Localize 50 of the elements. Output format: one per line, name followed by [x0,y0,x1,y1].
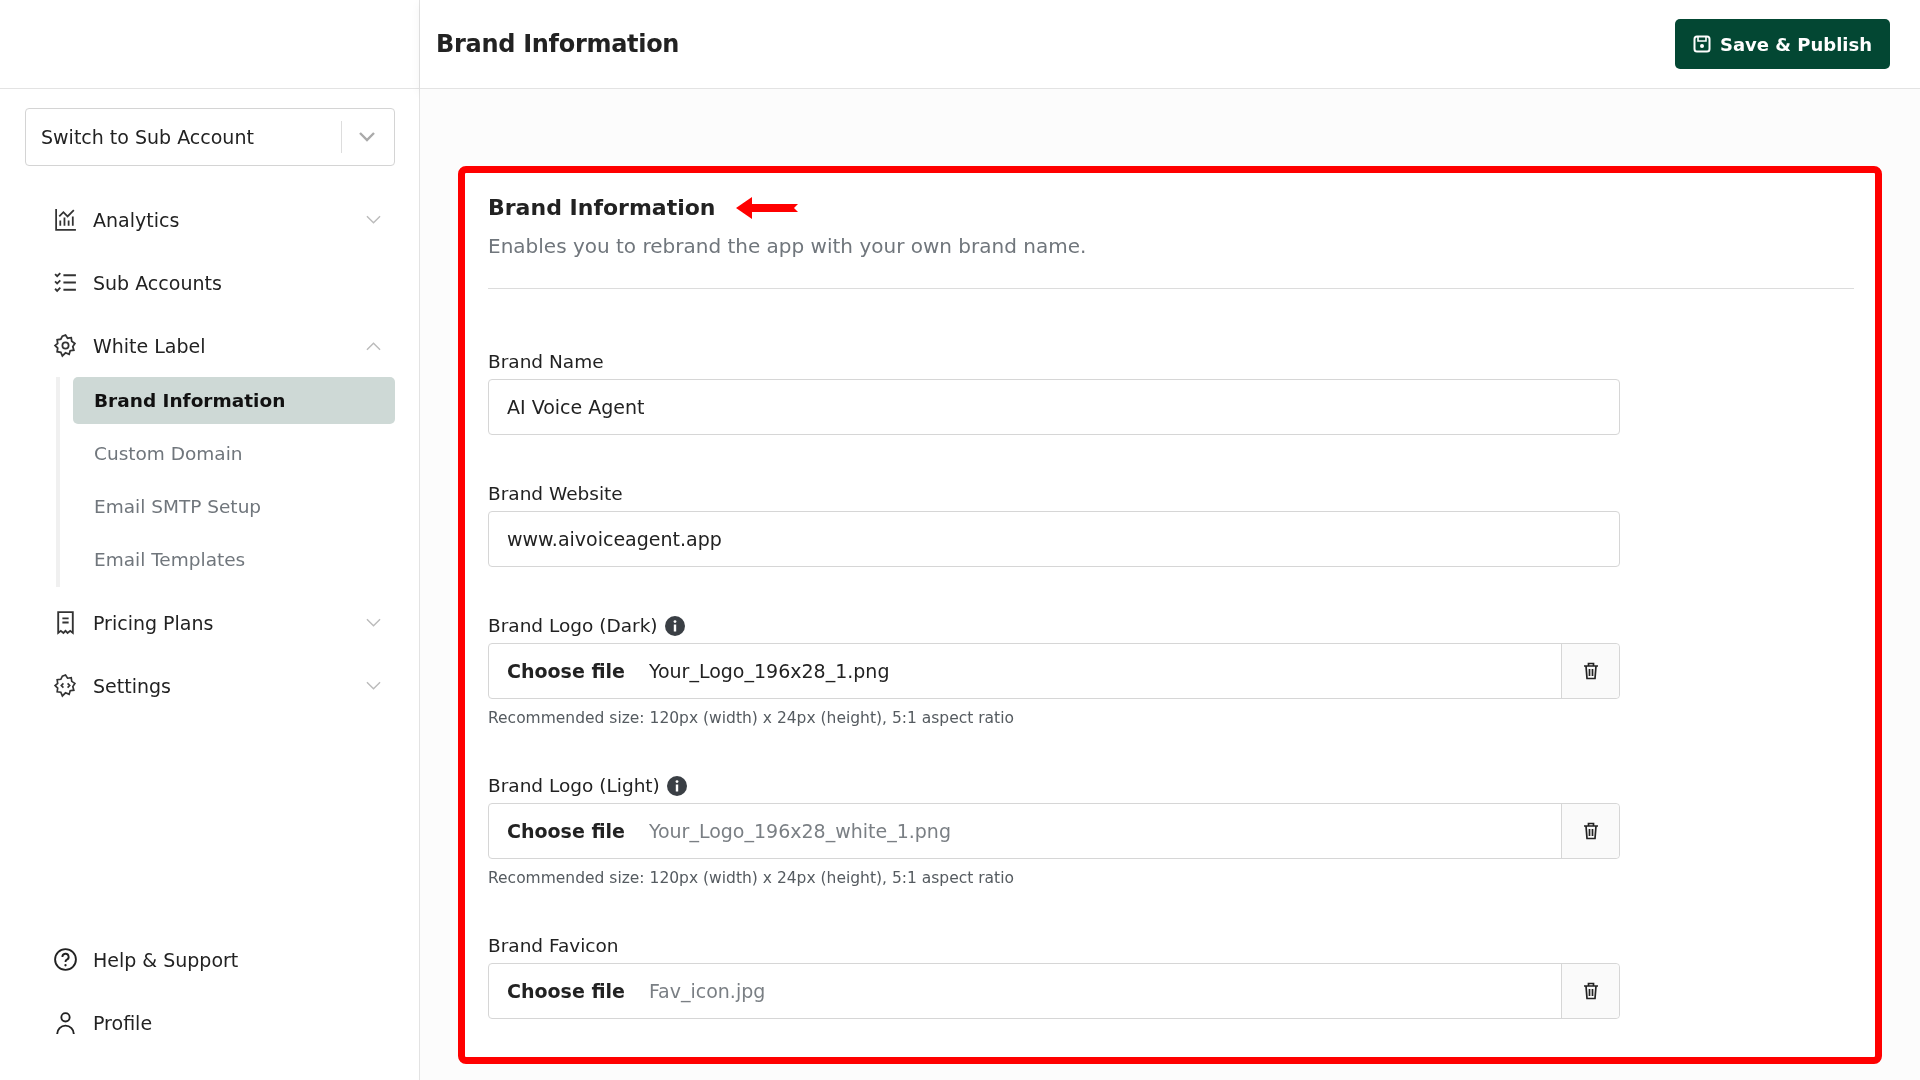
trash-icon [1582,982,1599,1000]
gear-code-icon [53,673,78,698]
nav-item[interactable]: White Label [0,314,419,377]
chevron-down-icon [358,131,376,143]
sub-nav-item[interactable]: Custom Domain [73,430,395,477]
arrow-left-icon [735,195,800,220]
field-label: Brand Logo (Dark) [488,615,658,636]
nav-item[interactable]: Pricing Plans [0,591,419,654]
file-input-field[interactable]: Choose file Your_Logo_196x28_white_1.png [488,803,1620,859]
delete-button[interactable] [1561,644,1619,698]
field-label: Brand Favicon [488,935,619,956]
account-switcher-placeholder: Switch to Sub Account [41,126,255,148]
file-input-field[interactable]: Choose file Fav_icon.jpg [488,963,1620,1019]
delete-button[interactable] [1561,964,1619,1018]
field-label: Brand Website [488,483,623,504]
nav-item[interactable]: Settings [0,654,419,717]
sub-nav-item[interactable]: Email Templates [73,536,395,583]
choose-file-button[interactable]: Choose file [489,820,649,842]
file-input-field[interactable]: Choose file Your_Logo_196x28_1.png [488,643,1620,699]
file-name: Your_Logo_196x28_1.png [648,660,891,682]
sub-nav-item[interactable]: Brand Information [73,377,395,424]
help-icon [53,947,78,972]
checklist-icon [53,270,78,295]
sub-nav-item[interactable]: Email SMTP Setup [73,483,395,530]
nav-item[interactable]: Help & Support [0,928,419,991]
field-label: Brand Logo (Light) [488,775,660,796]
nav-item[interactable]: Sub Accounts [0,251,419,314]
field-hint: Recommended size: 120px (width) x 24px (height), 5:1 aspect ratio [488,709,1015,727]
save-icon [1692,35,1711,53]
card-description: Enables you to rebrand the app with your own brand name. [488,234,1088,258]
text-input-field[interactable]: www.aivoiceagent.app [488,511,1620,567]
account-switcher[interactable]: Switch to Sub Account [25,108,395,166]
user-icon [53,1010,78,1035]
gear-icon [53,333,78,358]
card-title: Brand Information [488,195,716,220]
choose-file-button[interactable]: Choose file [489,660,649,682]
save-publish-button[interactable]: Save & Publish [1674,19,1890,69]
nav-item[interactable]: Profile [0,991,419,1054]
trash-icon [1582,662,1599,680]
file-name-placeholder: Your_Logo_196x28_white_1.png [648,820,952,842]
text-input-field[interactable]: AI Voice Agent [488,379,1620,435]
trash-icon [1582,822,1599,840]
page-title: Brand Information [436,30,680,58]
choose-file-button[interactable]: Choose file [489,980,649,1002]
bar-chart-icon [53,207,78,232]
file-name-placeholder: Fav_icon.jpg [648,980,767,1002]
delete-button[interactable] [1561,804,1619,858]
field-hint: Recommended size: 120px (width) x 24px (height), 5:1 aspect ratio [488,869,1015,887]
nav-item[interactable]: Analytics [0,188,419,251]
field-label: Brand Name [488,351,604,372]
